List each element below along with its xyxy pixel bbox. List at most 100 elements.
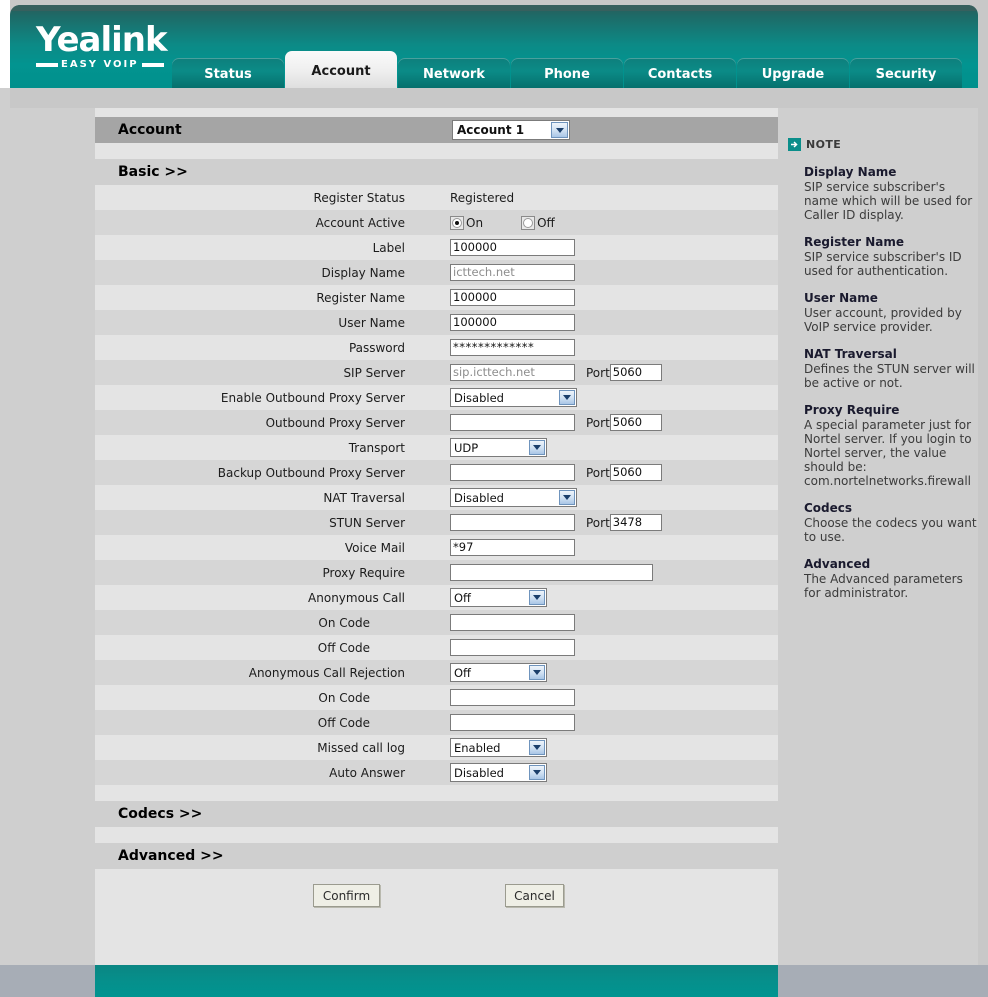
radio-on-wrap[interactable]: On: [450, 215, 483, 230]
row-account-active: Account Active On Off: [95, 210, 778, 235]
tab-contacts-label: Contacts: [647, 67, 713, 82]
sip-server-input[interactable]: sip.icttech.net: [450, 364, 575, 381]
nat-traversal-select[interactable]: Disabled: [450, 488, 577, 507]
basic-section-header[interactable]: Basic >>: [95, 159, 778, 185]
field-anon-on-code: [370, 614, 575, 631]
account-active-radio-group: On Off: [450, 215, 555, 230]
spacer-after-account: [95, 143, 778, 159]
chevron-down-icon[interactable]: [559, 390, 575, 405]
row-user-name: User Name 100000: [95, 310, 778, 335]
row-label: Label 100000: [95, 235, 778, 260]
label-stun-server: STUN Server: [329, 515, 405, 530]
account-section-title: Account: [118, 122, 182, 138]
field-missed-call-log: Enabled: [405, 738, 547, 757]
tab-contacts[interactable]: Contacts: [624, 58, 736, 88]
tab-network[interactable]: Network: [398, 58, 510, 88]
auto-answer-select[interactable]: Disabled: [450, 763, 547, 782]
tab-security[interactable]: Security: [850, 58, 962, 88]
display-name-input[interactable]: icttech.net: [450, 264, 575, 281]
chevron-down-icon[interactable]: [529, 765, 545, 780]
password-input[interactable]: *************: [450, 339, 575, 356]
radio-off[interactable]: [521, 215, 536, 230]
cancel-button[interactable]: Cancel: [505, 884, 564, 907]
radio-on[interactable]: [450, 215, 464, 230]
codecs-section-header[interactable]: Codecs >>: [95, 801, 778, 827]
stun-server-port-input[interactable]: 3478: [609, 514, 662, 531]
anonymous-call-rejection-select[interactable]: Off: [450, 663, 547, 682]
enable-outbound-proxy-value: Disabled: [454, 390, 504, 405]
value-register-status: Registered: [450, 190, 515, 205]
tab-account[interactable]: Account: [285, 51, 397, 88]
label-auto-answer: Auto Answer: [329, 765, 405, 780]
backup-proxy-port-input[interactable]: 5060: [609, 464, 662, 481]
label-proxy-require: Proxy Require: [322, 565, 405, 580]
basic-section-title: Basic >>: [118, 164, 188, 180]
tab-upgrade[interactable]: Upgrade: [737, 58, 849, 88]
rej-off-code-input[interactable]: [450, 714, 575, 731]
note-block: Codecs Choose the codecs you want to use…: [788, 501, 978, 544]
backup-outbound-proxy-server-input[interactable]: [450, 464, 575, 481]
account-select[interactable]: Account 1: [452, 120, 570, 140]
chevron-down-icon[interactable]: [529, 740, 545, 755]
spacer-top: [95, 108, 778, 117]
note-header: NOTE: [788, 138, 978, 151]
anon-on-code-input[interactable]: [450, 614, 575, 631]
chevron-down-icon[interactable]: [529, 440, 545, 455]
row-enable-outbound-proxy: Enable Outbound Proxy Server Disabled: [95, 385, 778, 410]
transport-select[interactable]: UDP: [450, 438, 547, 457]
row-register-status: Register Status Registered: [95, 185, 778, 210]
enable-outbound-proxy-select[interactable]: Disabled: [450, 388, 577, 407]
logo-tagline: EASY VOIP: [36, 59, 176, 70]
field-nat-traversal: Disabled: [405, 488, 577, 507]
proxy-require-input[interactable]: [450, 564, 653, 581]
register-name-input[interactable]: 100000: [450, 289, 575, 306]
row-backup-outbound-proxy-server: Backup Outbound Proxy Server Port 5060: [95, 460, 778, 485]
chevron-down-icon[interactable]: [529, 590, 545, 605]
chevron-down-icon[interactable]: [551, 122, 568, 138]
anon-off-code-input[interactable]: [450, 639, 575, 656]
field-anonymous-call: Off: [405, 588, 547, 607]
label-backup-outbound-proxy-server: Backup Outbound Proxy Server: [217, 465, 405, 480]
outbound-proxy-port-input[interactable]: 5060: [609, 414, 662, 431]
user-name-input[interactable]: 100000: [450, 314, 575, 331]
missed-call-log-select[interactable]: Enabled: [450, 738, 547, 757]
account-select-value: Account 1: [457, 123, 525, 137]
sip-server-port-label: Port: [586, 365, 610, 380]
row-nat-traversal: NAT Traversal Disabled: [95, 485, 778, 510]
radio-off-wrap[interactable]: Off: [521, 215, 555, 230]
note-heading: NAT Traversal: [804, 347, 897, 361]
label-nat-traversal: NAT Traversal: [323, 490, 405, 505]
note-arrow-icon: [788, 138, 801, 151]
sip-server-port-input[interactable]: 5060: [609, 364, 662, 381]
note-text: SIP service subscriber's name which will…: [804, 180, 973, 222]
label-input[interactable]: 100000: [450, 239, 575, 256]
tab-status-label: Status: [204, 67, 252, 82]
chevron-down-icon[interactable]: [559, 490, 575, 505]
field-display-name: icttech.net: [405, 264, 575, 281]
stun-server-input[interactable]: [450, 514, 575, 531]
confirm-button[interactable]: Confirm: [313, 884, 380, 907]
header-sub-bar: [10, 88, 978, 108]
tab-status[interactable]: Status: [172, 58, 284, 88]
note-block: User Name User account, provided by VoIP…: [788, 291, 978, 334]
tab-phone[interactable]: Phone: [511, 58, 623, 88]
outbound-proxy-server-input[interactable]: [450, 414, 575, 431]
label-display-name: Display Name: [321, 265, 405, 280]
label-anonymous-call: Anonymous Call: [308, 590, 405, 605]
rej-on-code-input[interactable]: [450, 689, 575, 706]
label-voice-mail: Voice Mail: [344, 540, 405, 555]
note-block: Display Name SIP service subscriber's na…: [788, 165, 978, 222]
auto-answer-value: Disabled: [454, 765, 504, 780]
row-rej-off-code: Off Code: [95, 710, 778, 735]
anonymous-call-select[interactable]: Off: [450, 588, 547, 607]
row-missed-call-log: Missed call log Enabled: [95, 735, 778, 760]
logo-wordmark: Yealink: [36, 20, 168, 60]
advanced-section-header[interactable]: Advanced >>: [95, 843, 778, 869]
backup-proxy-port-label: Port: [586, 465, 610, 480]
chevron-down-icon[interactable]: [529, 665, 545, 680]
voice-mail-input[interactable]: *97: [450, 539, 575, 556]
label-missed-call-log: Missed call log: [317, 740, 405, 755]
spacer-before-codecs: [95, 785, 778, 801]
row-sip-server: SIP Server sip.icttech.net Port 5060: [95, 360, 778, 385]
field-label: 100000: [405, 239, 575, 256]
